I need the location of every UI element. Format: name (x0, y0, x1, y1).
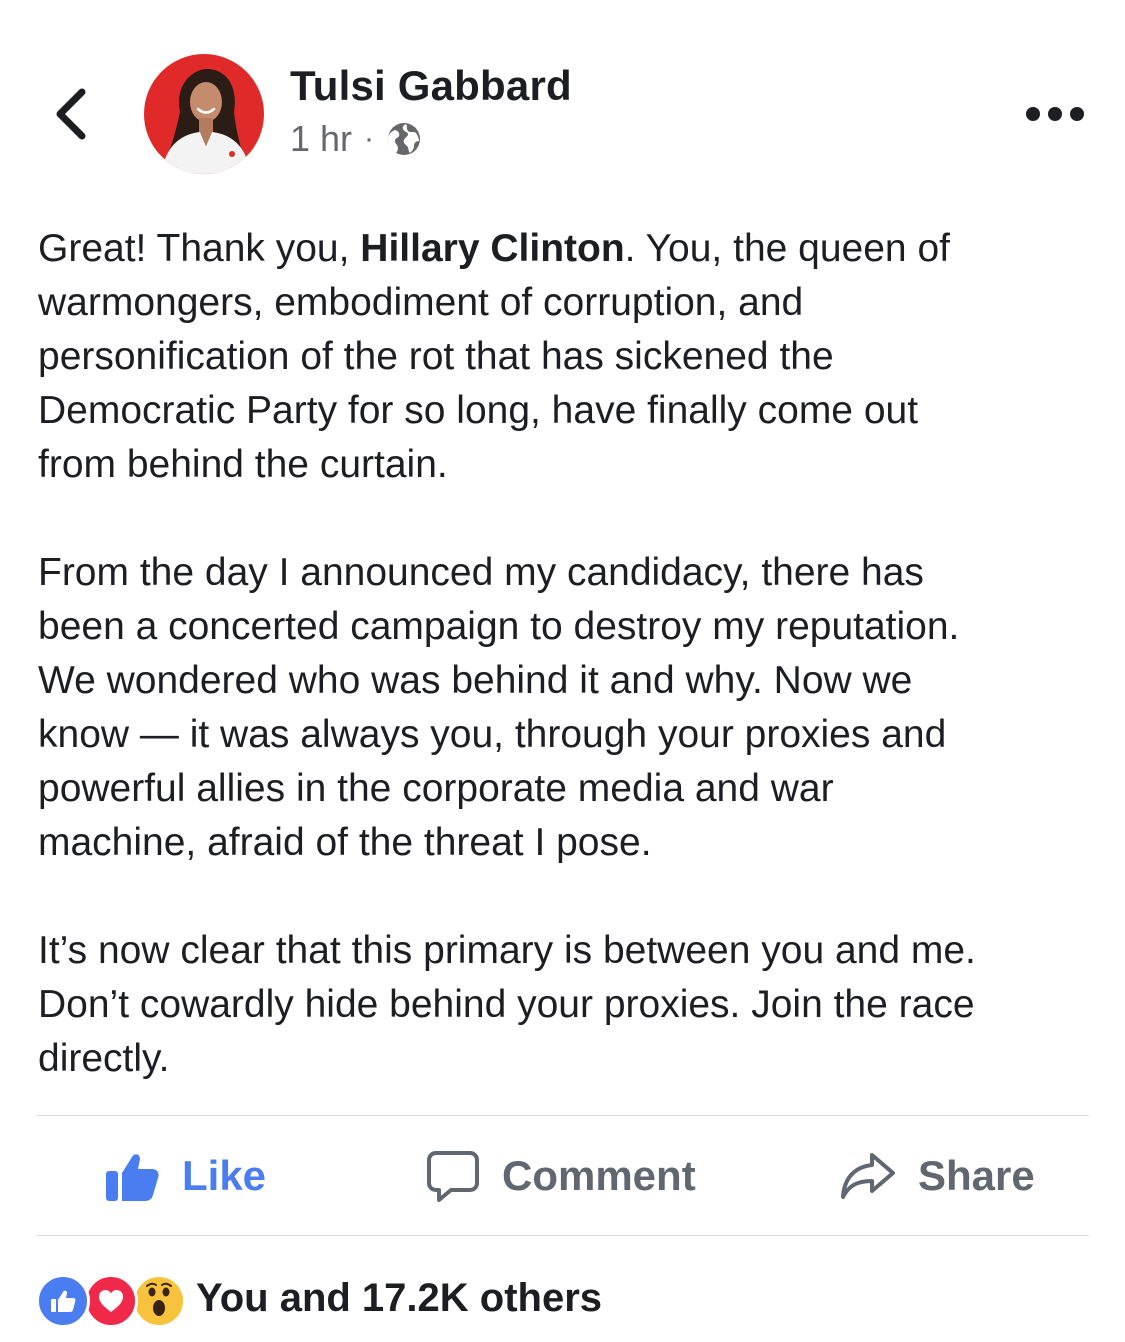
share-label: Share (918, 1152, 1035, 1199)
post-line: know — it was always you, through your p… (38, 713, 947, 756)
post-header: Tulsi Gabbard 1 hr · (0, 0, 1125, 200)
post-line: We wondered who was behind it and why. N… (38, 659, 913, 702)
more-horizontal-icon (1026, 107, 1084, 121)
wow-reaction-icon (132, 1274, 186, 1328)
avatar[interactable] (144, 54, 264, 174)
chevron-left-icon (56, 88, 86, 140)
post-paragraph: From the day I announced my candidacy, t… (38, 546, 1098, 870)
comment-button[interactable]: Comment (426, 1146, 696, 1206)
more-options-button[interactable] (1020, 92, 1090, 136)
back-button[interactable] (40, 78, 100, 150)
love-reaction-icon (84, 1274, 138, 1328)
action-bar: Like Comment Share (0, 1116, 1125, 1236)
post-text-segment: . You, the queen of (624, 227, 950, 270)
post-paragraph: It’s now clear that this primary is betw… (38, 924, 1098, 1086)
post-line: from behind the curtain. (38, 443, 448, 486)
post-line: From the day I announced my candidacy, t… (38, 551, 924, 594)
globe-icon (388, 123, 421, 155)
post-line: It’s now clear that this primary is betw… (38, 929, 976, 972)
like-reaction-icon (36, 1274, 90, 1328)
share-button[interactable]: Share (840, 1146, 1035, 1206)
post-line: personification of the rot that has sick… (38, 335, 834, 378)
reaction-icons (36, 1272, 186, 1328)
post-body: Great! Thank you, Hillary Clinton. You, … (38, 222, 1098, 1140)
post-timestamp[interactable]: 1 hr (290, 118, 352, 160)
meta-separator: · (364, 122, 375, 155)
post-line: Great! Thank you, Hillary Clinton. You, … (38, 222, 1098, 276)
divider (36, 1235, 1089, 1236)
post-line: Democratic Party for so long, have final… (38, 389, 919, 432)
post-paragraph: Great! Thank you, Hillary Clinton. You, … (38, 222, 1098, 492)
post-line: machine, afraid of the threat I pose. (38, 821, 652, 864)
thumbs-up-icon (104, 1149, 160, 1203)
post-text-segment: Great! Thank you, (38, 227, 361, 270)
mention-link[interactable]: Hillary Clinton (360, 227, 624, 270)
post-line: directly. (38, 1037, 170, 1080)
post-line: powerful allies in the corporate media a… (38, 767, 834, 810)
like-button[interactable]: Like (104, 1146, 266, 1206)
speech-bubble-icon (426, 1149, 480, 1203)
profile-photo (144, 54, 264, 174)
share-arrow-icon (840, 1151, 896, 1201)
post-line: Don’t cowardly hide behind your proxies.… (38, 983, 975, 1026)
post-line: been a concerted campaign to destroy my … (38, 605, 960, 648)
post-meta: 1 hr · (290, 118, 422, 160)
comment-label: Comment (502, 1152, 696, 1199)
post-line: warmongers, embodiment of corruption, an… (38, 281, 804, 324)
reactions-summary[interactable]: You and 17.2K others (36, 1270, 603, 1328)
author-name[interactable]: Tulsi Gabbard (290, 62, 572, 110)
like-label: Like (182, 1152, 267, 1199)
reactions-count: You and 17.2K others (196, 1275, 603, 1320)
